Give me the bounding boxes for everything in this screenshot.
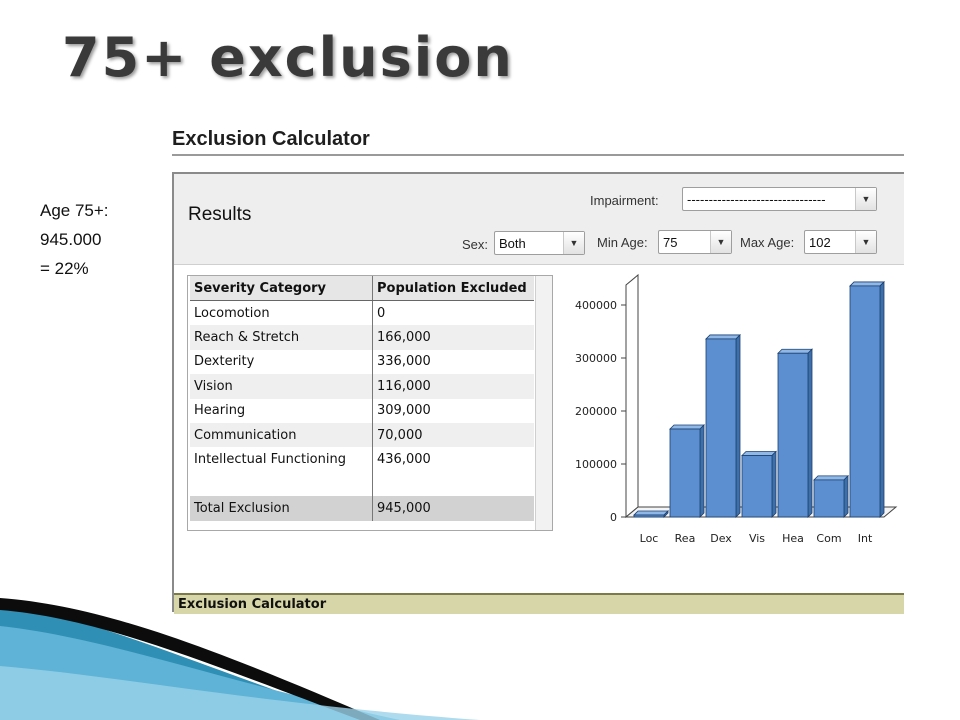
row-value: 436,000: [377, 452, 431, 468]
chevron-down-icon: ▼: [861, 236, 871, 247]
row-value: 945,000: [372, 496, 534, 521]
bar-side: [771, 450, 777, 518]
chart-side-wall: [625, 273, 639, 519]
row-category: Locomotion: [190, 300, 373, 326]
sex-label: Sex:: [462, 237, 489, 252]
bar-top: [813, 475, 849, 481]
table-row-total[interactable]: Total Exclusion 945,000: [190, 496, 534, 521]
bar-side: [843, 474, 849, 518]
bar-top: [669, 424, 705, 430]
bar-top: [741, 451, 777, 456]
x-tick-label: Hea: [782, 532, 804, 545]
min-age-select-value: 75: [663, 235, 678, 250]
column-header-population[interactable]: Population Excluded: [372, 276, 534, 301]
table-scrollbar[interactable]: [535, 276, 552, 530]
results-table: Severity Category Population Excluded Lo…: [187, 275, 553, 531]
bar-top: [633, 510, 669, 516]
bar: [777, 352, 809, 518]
max-age-label: Max Age:: [740, 235, 795, 250]
bar-side: [879, 280, 885, 518]
max-age-dropdown-button[interactable]: ▼: [855, 231, 876, 253]
impairment-label: Impairment:: [590, 193, 659, 208]
bar: [705, 338, 737, 518]
chevron-down-icon: ▼: [861, 193, 871, 204]
bar-side: [807, 348, 813, 518]
row-value: 0: [377, 305, 386, 321]
bar: [849, 285, 881, 518]
x-tick-label: Int: [858, 532, 873, 545]
sex-select[interactable]: Both ▼: [494, 231, 585, 255]
decorative-swoosh: [0, 598, 480, 720]
y-tick-label: 200000: [575, 405, 617, 418]
bar: [633, 514, 665, 518]
min-age-select[interactable]: 75 ▼: [658, 230, 732, 254]
row-category: Total Exclusion: [190, 496, 373, 521]
table-row[interactable]: Reach & Stretch 166,000: [190, 325, 534, 350]
row-category: Dexterity: [190, 349, 373, 375]
y-tick-label: 0: [610, 511, 617, 524]
side-note-line-3: = 22%: [40, 259, 89, 278]
bar-side: [699, 424, 705, 518]
row-category: Reach & Stretch: [190, 325, 373, 350]
impairment-select-value: --------------------------------: [687, 192, 826, 207]
side-note-line-1: Age 75+:: [40, 201, 109, 220]
y-tick-label: 300000: [575, 352, 617, 365]
row-category: Intellectual Functioning: [190, 447, 373, 472]
x-tick-label: Com: [816, 532, 841, 545]
bar-side: [735, 333, 741, 518]
bar-chart: 0 100000 200000 300000 400000 Loc Rea Dex Vis Hea…: [575, 273, 898, 545]
row-value: 309,000: [377, 403, 431, 419]
y-tick-label: 100000: [575, 458, 617, 471]
row-category: Communication: [190, 422, 373, 448]
max-age-select[interactable]: 102 ▼: [804, 230, 877, 254]
table-row[interactable]: Intellectual Functioning 436,000: [190, 447, 534, 472]
results-grid: Severity Category Population Excluded Lo…: [190, 276, 534, 521]
impairment-select[interactable]: -------------------------------- ▼: [682, 187, 877, 211]
bar-top: [849, 281, 885, 287]
table-row[interactable]: Communication 70,000: [190, 422, 534, 448]
sex-dropdown-button[interactable]: ▼: [563, 232, 584, 254]
sex-select-value: Both: [499, 236, 526, 251]
results-title: Results: [188, 204, 252, 225]
row-value: 70,000: [372, 422, 534, 448]
impairment-dropdown-button[interactable]: ▼: [855, 188, 876, 210]
table-header-row: Severity Category Population Excluded: [190, 276, 534, 301]
chevron-down-icon: ▼: [716, 236, 726, 247]
side-note-line-2: 945.000: [40, 230, 102, 249]
header-divider: [172, 154, 904, 156]
x-tick-label: Dex: [710, 532, 732, 545]
table-row[interactable]: Locomotion 0: [190, 300, 534, 326]
x-tick-label: Vis: [749, 532, 765, 545]
row-value: [373, 472, 535, 496]
controls-bar: Results Impairment: --------------------…: [174, 174, 904, 265]
row-value: 116,000: [372, 374, 534, 399]
bar-top: [777, 348, 813, 354]
x-tick-label: Loc: [640, 532, 659, 545]
column-header-severity[interactable]: Severity Category: [190, 276, 373, 301]
side-note: Age 75+: 945.000 = 22%: [40, 196, 109, 283]
table-row-empty: [190, 471, 535, 497]
chevron-down-icon: ▼: [569, 237, 579, 248]
x-tick-label: Rea: [675, 532, 696, 545]
row-category: Hearing: [190, 398, 373, 423]
bar: [813, 479, 845, 518]
min-age-label: Min Age:: [597, 235, 648, 250]
row-category: [190, 471, 373, 497]
bar: [741, 455, 773, 518]
app-header-title: Exclusion Calculator: [172, 128, 370, 150]
row-category: Vision: [190, 374, 373, 399]
y-tick-label: 400000: [575, 299, 617, 312]
app-window: Results Impairment: --------------------…: [172, 172, 904, 614]
bar: [669, 428, 701, 518]
table-row[interactable]: Dexterity 336,000: [190, 349, 534, 375]
min-age-dropdown-button[interactable]: ▼: [710, 231, 731, 253]
max-age-select-value: 102: [809, 235, 831, 250]
slide-title: 75+ exclusion: [62, 26, 514, 89]
row-value: 336,000: [377, 354, 431, 370]
bar-top: [705, 334, 741, 340]
table-row[interactable]: Vision 116,000: [190, 374, 534, 399]
table-row[interactable]: Hearing 309,000: [190, 398, 534, 423]
row-value: 166,000: [372, 325, 534, 350]
